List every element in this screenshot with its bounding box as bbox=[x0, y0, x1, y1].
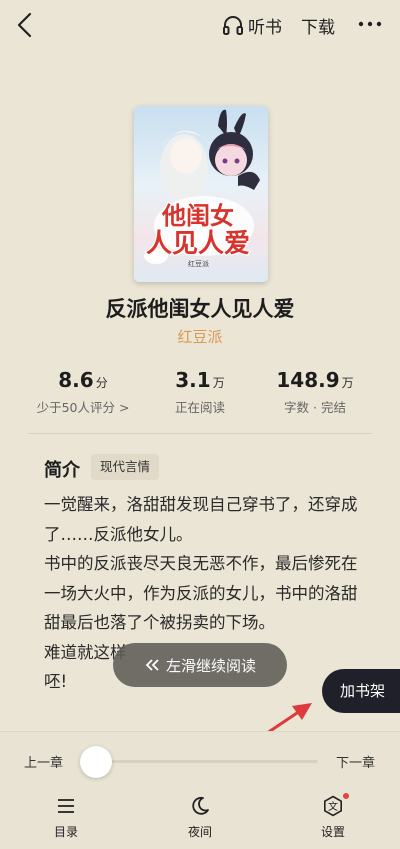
next-chapter-button[interactable]: 下一章 bbox=[336, 752, 375, 771]
rating-value: 8.6 bbox=[58, 368, 94, 392]
download-button[interactable]: 下载 bbox=[301, 13, 335, 38]
more-dots-icon bbox=[358, 21, 382, 27]
readers-unit: 万 bbox=[212, 376, 225, 390]
menu-icon bbox=[58, 799, 74, 813]
rating-stat[interactable]: 8.6 分 少于50人评分 > bbox=[18, 368, 148, 416]
nav-toc[interactable]: 目录 bbox=[36, 795, 96, 840]
moon-icon bbox=[192, 796, 209, 815]
readers-label: 正在阅读 bbox=[174, 400, 225, 415]
svg-text:红豆派: 红豆派 bbox=[188, 259, 209, 268]
listen-label: 听书 bbox=[248, 17, 282, 38]
svg-text:文: 文 bbox=[328, 800, 338, 813]
cover-title-art: 他闺女 人见人爱 红豆派 bbox=[145, 201, 252, 268]
listen-button[interactable]: 听书 bbox=[222, 12, 282, 38]
genre-tag[interactable]: 现代言情 bbox=[91, 454, 160, 480]
svg-text:人见人爱: 人见人爱 bbox=[146, 229, 250, 259]
nav-night-label: 夜间 bbox=[187, 825, 212, 839]
wordcount-value: 148.9 bbox=[276, 368, 340, 392]
rating-unit: 分 bbox=[95, 376, 108, 390]
double-chevron-left-icon bbox=[145, 659, 159, 671]
chapter-progress-knob[interactable] bbox=[80, 746, 112, 778]
prev-chapter-button[interactable]: 上一章 bbox=[24, 752, 63, 771]
more-button[interactable] bbox=[357, 9, 383, 39]
headphones-icon bbox=[223, 16, 243, 35]
readers-stat: 3.1 万 正在阅读 bbox=[135, 368, 265, 416]
settings-icon: 文 bbox=[323, 795, 343, 817]
intro-paragraph: 一觉醒来，洛甜甜发现自己穿书了，还穿成了……反派他女儿。 bbox=[44, 495, 358, 544]
chevron-left-icon bbox=[17, 12, 32, 38]
swipe-toast-label: 左滑继续阅读 bbox=[165, 656, 256, 675]
nav-toc-label: 目录 bbox=[53, 825, 78, 839]
rating-count: 少于50人评分 > bbox=[36, 400, 130, 415]
intro-heading: 简介 bbox=[44, 460, 80, 481]
wordcount-label: 字数 · 完结 bbox=[284, 400, 346, 415]
divider bbox=[28, 433, 372, 434]
nav-settings[interactable]: 文 设置 bbox=[303, 793, 363, 840]
wordcount-stat: 148.9 万 字数 · 完结 bbox=[250, 368, 380, 416]
bottom-panel: 上一章 下一章 目录 夜间 文 设置 bbox=[0, 731, 400, 849]
book-author[interactable]: 红豆派 bbox=[0, 326, 400, 347]
wordcount-unit: 万 bbox=[341, 376, 354, 390]
book-title: 反派他闺女人见人爱 bbox=[105, 297, 295, 321]
top-bar: 听书 下载 bbox=[0, 0, 400, 50]
intro-paragraph: 书中的反派丧尽天良无恶不作，最后惨死在一场大火中，作为反派的女儿，书中的洛甜甜最… bbox=[44, 554, 358, 632]
readers-value: 3.1 bbox=[175, 368, 211, 392]
add-to-shelf-button[interactable]: 加书架 bbox=[322, 669, 400, 713]
book-cover[interactable]: 他闺女 人见人爱 红豆派 bbox=[134, 106, 268, 282]
chapter-progress-track[interactable] bbox=[96, 760, 318, 763]
swipe-continue-toast[interactable]: 左滑继续阅读 bbox=[113, 643, 287, 687]
notification-dot bbox=[343, 793, 349, 799]
svg-text:他闺女: 他闺女 bbox=[161, 202, 234, 230]
nav-night-mode[interactable]: 夜间 bbox=[170, 795, 230, 840]
nav-settings-label: 设置 bbox=[320, 825, 345, 839]
back-button[interactable] bbox=[12, 10, 40, 40]
